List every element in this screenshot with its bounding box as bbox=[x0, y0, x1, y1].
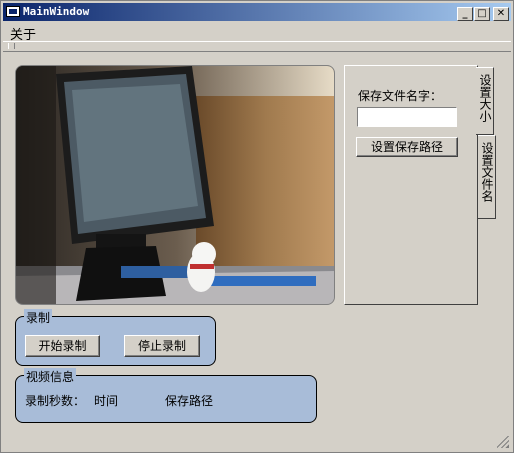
main-window: MainWindow _ □ ✕ 关于 保存文件名字： 设置保存路径 设置大小 … bbox=[0, 0, 514, 453]
record-group-title: 录制 bbox=[24, 309, 53, 326]
tab-set-size-label: 设置大小 bbox=[478, 74, 492, 122]
camera-preview bbox=[15, 65, 335, 305]
start-record-button[interactable]: 开始录制 bbox=[25, 335, 100, 357]
tab-set-filename-label: 设置文件名 bbox=[480, 142, 494, 202]
camera-frame-image bbox=[16, 66, 334, 304]
minimize-button[interactable]: _ bbox=[457, 7, 473, 21]
record-seconds-label: 录制秒数： bbox=[25, 394, 86, 408]
close-button[interactable]: ✕ bbox=[493, 7, 509, 21]
tab-set-size[interactable]: 设置大小 bbox=[476, 67, 494, 135]
window-title: MainWindow bbox=[23, 5, 90, 18]
title-bar[interactable]: MainWindow _ □ ✕ bbox=[3, 3, 511, 21]
filename-input[interactable] bbox=[357, 107, 457, 127]
toolbar bbox=[3, 41, 511, 52]
save-path-value: 保存路径 bbox=[165, 394, 214, 408]
toolbar-grip-icon[interactable] bbox=[8, 43, 15, 49]
tab-set-filename[interactable]: 设置文件名 bbox=[478, 135, 496, 219]
menu-bar: 关于 bbox=[3, 23, 511, 43]
video-info-group: 视频信息 录制秒数： 时间 保存路径 bbox=[15, 368, 317, 423]
window-icon bbox=[6, 6, 20, 17]
video-info-title: 视频信息 bbox=[24, 368, 77, 385]
size-grip-icon[interactable] bbox=[497, 436, 509, 448]
filename-label: 保存文件名字： bbox=[358, 89, 443, 103]
set-save-path-button[interactable]: 设置保存路径 bbox=[356, 137, 458, 157]
maximize-button[interactable]: □ bbox=[474, 7, 490, 21]
time-value: 时间 bbox=[94, 394, 119, 408]
record-group: 录制 开始录制 停止录制 bbox=[15, 309, 216, 366]
stop-record-button[interactable]: 停止录制 bbox=[124, 335, 200, 357]
